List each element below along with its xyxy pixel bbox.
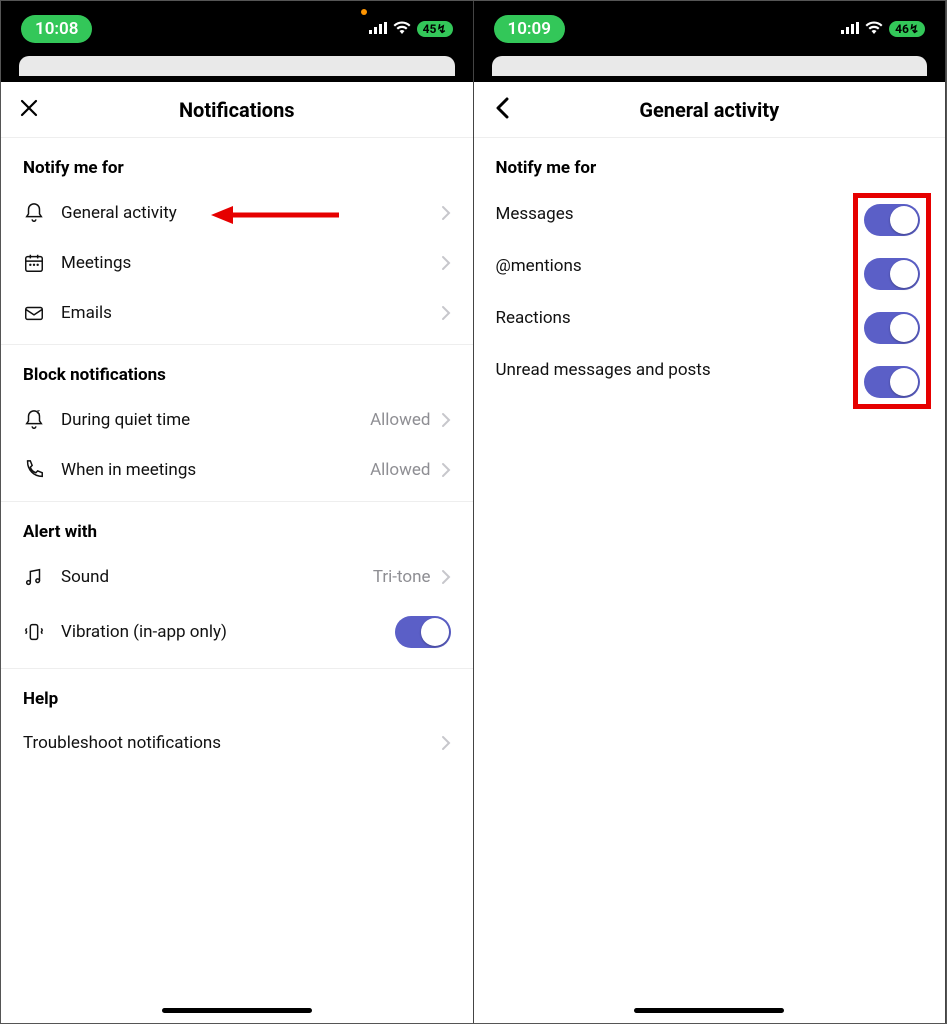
row-label: During quiet time [61,410,370,430]
music-icon [23,566,61,588]
screen-notifications: 10:08 45↯ Notifications Notify me for [1,1,474,1023]
safari-tab-strip [492,56,928,76]
row-when-in-meetings[interactable]: When in meetings Allowed [1,445,473,495]
section-title-help: Help [1,669,473,719]
chevron-left-icon [495,97,509,123]
chevron-right-icon [441,255,451,271]
page-header: Notifications [1,82,473,138]
chevron-right-icon [441,305,451,321]
page-title: Notifications [1,98,473,122]
row-label: Sound [61,567,373,587]
content-area: Notify me for Messages @mentions Reactio… [474,138,946,1023]
row-label: Messages [496,204,574,224]
screen-general-activity: 10:09 46↯ General activity Notify me for… [474,1,947,1023]
reactions-toggle[interactable] [864,312,920,344]
section-title-notify: Notify me for [474,138,946,188]
row-label: Vibration (in-app only) [61,622,395,642]
row-label: Unread messages and posts [496,360,711,380]
status-bar-container: 10:08 45↯ [1,1,473,82]
home-indicator[interactable] [634,1008,784,1013]
row-label: Troubleshoot notifications [23,733,441,753]
quiet-time-icon: z [23,409,61,431]
status-time: 10:08 [21,15,92,43]
svg-text:z: z [37,409,40,416]
back-button[interactable] [474,97,530,123]
phone-icon [23,459,61,481]
close-icon [19,98,39,122]
mail-icon [23,302,61,324]
row-general-activity[interactable]: General activity [1,188,473,238]
page-header: General activity [474,82,946,138]
section-title-block: Block notifications [1,345,473,395]
section-title-notify: Notify me for [1,138,473,188]
chevron-right-icon [441,735,451,751]
battery-indicator: 46↯ [889,21,925,37]
cellular-icon [369,19,387,38]
status-time: 10:09 [494,15,565,43]
status-bar: 10:08 45↯ [1,1,473,56]
row-label: Meetings [61,253,441,273]
annotation-highlight-box [853,193,931,409]
row-quiet-time[interactable]: z During quiet time Allowed [1,395,473,445]
home-indicator[interactable] [162,1008,312,1013]
wifi-icon [865,19,883,38]
row-meetings[interactable]: Meetings [1,238,473,288]
status-icons: 45↯ [369,19,453,38]
row-label: @mentions [496,256,582,276]
messages-toggle[interactable] [864,204,920,236]
row-value: Allowed [370,460,430,480]
page-title: General activity [474,98,946,122]
vibration-toggle[interactable] [395,616,451,648]
status-icons: 46↯ [841,19,925,38]
row-label: When in meetings [61,460,370,480]
unread-toggle[interactable] [864,366,920,398]
mentions-toggle[interactable] [864,258,920,290]
bell-icon [23,202,61,224]
vibration-icon [23,621,61,643]
calendar-icon [23,252,61,274]
chevron-right-icon [441,569,451,585]
row-sound[interactable]: Sound Tri-tone [1,552,473,602]
battery-indicator: 45↯ [417,21,453,37]
row-label: General activity [61,203,441,223]
chevron-right-icon [441,205,451,221]
content-area: Notify me for General activity Meetings [1,138,473,1023]
cellular-icon [841,19,859,38]
row-label: Reactions [496,308,571,328]
chevron-right-icon [441,462,451,478]
wifi-icon [393,19,411,38]
row-value: Tri-tone [373,567,431,587]
row-value: Allowed [370,410,430,430]
section-title-alert: Alert with [1,502,473,552]
row-emails[interactable]: Emails [1,288,473,338]
row-troubleshoot[interactable]: Troubleshoot notifications [1,719,473,767]
status-bar: 10:09 46↯ [474,1,946,56]
row-label: Emails [61,303,441,323]
status-bar-container: 10:09 46↯ [474,1,946,82]
safari-tab-strip [19,56,455,76]
camera-active-dot [361,9,367,15]
row-vibration: Vibration (in-app only) [1,602,473,662]
close-button[interactable] [1,98,57,122]
chevron-right-icon [441,412,451,428]
